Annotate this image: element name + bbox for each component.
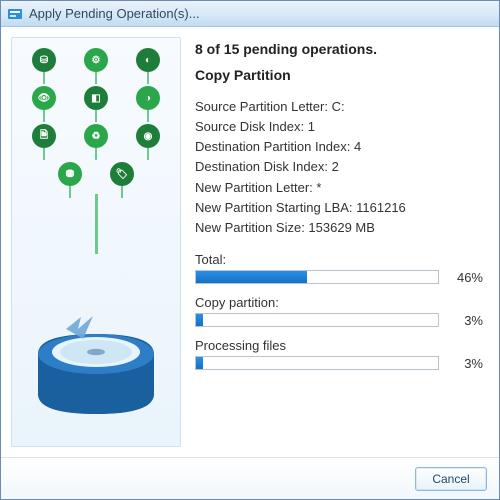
progress-copy-block: Copy partition: 3%	[195, 295, 483, 328]
dialog-footer: Cancel	[1, 457, 499, 499]
progress-copy-percent: 3%	[447, 313, 483, 328]
window-title: Apply Pending Operation(s)...	[29, 6, 200, 21]
apply-operations-dialog: Apply Pending Operation(s)... ⛁ ⚙ ◐ 👁 ◧ …	[0, 0, 500, 500]
tree-leaf-icon: ◑	[136, 86, 160, 110]
tree-leaf-icon: 👁	[32, 86, 56, 110]
app-icon	[7, 6, 23, 22]
tree-trunk-graphic	[95, 194, 98, 254]
progress-total-label: Total:	[195, 252, 483, 267]
tree-leaf-icon: 🏷	[110, 162, 134, 186]
progress-total-percent: 46%	[447, 270, 483, 285]
operation-details-pane: 8 of 15 pending operations. Copy Partiti…	[189, 37, 489, 447]
tree-leaf-icon: ◧	[84, 86, 108, 110]
progress-section: Total: 46% Copy partition: 3%	[195, 252, 483, 381]
detail-new-partition-size: New Partition Size: 153629 MB	[195, 218, 483, 238]
operation-counter: 8 of 15 pending operations.	[195, 41, 483, 57]
illustration-pane: ⛁ ⚙ ◐ 👁 ◧ ◑ 🗎 ♻ ◉ ⛃ 🏷	[11, 37, 181, 447]
tree-leaf-icon: ⛁	[32, 48, 56, 72]
titlebar: Apply Pending Operation(s)...	[1, 1, 499, 27]
dialog-content: ⛁ ⚙ ◐ 👁 ◧ ◑ 🗎 ♻ ◉ ⛃ 🏷	[1, 27, 499, 457]
tree-leaf-icon: ◐	[136, 48, 160, 72]
operation-name: Copy Partition	[195, 67, 483, 83]
tree-leaf-icon: 🗎	[32, 124, 56, 148]
progress-copy-bar	[195, 313, 439, 327]
detail-destination-partition-index: Destination Partition Index: 4	[195, 137, 483, 157]
progress-total-bar	[195, 270, 439, 284]
progress-processing-fill	[196, 357, 203, 369]
tree-leaf-icon: ⚙	[84, 48, 108, 72]
progress-copy-label: Copy partition:	[195, 295, 483, 310]
detail-new-partition-letter: New Partition Letter: *	[195, 178, 483, 198]
detail-source-disk-index: Source Disk Index: 1	[195, 117, 483, 137]
tree-leaf-icon: ◉	[136, 124, 160, 148]
detail-source-partition-letter: Source Partition Letter: C:	[195, 97, 483, 117]
progress-total-block: Total: 46%	[195, 252, 483, 285]
hard-drive-graphic	[31, 284, 161, 434]
progress-processing-bar	[195, 356, 439, 370]
cancel-button[interactable]: Cancel	[415, 467, 487, 491]
progress-processing-label: Processing files	[195, 338, 483, 353]
tree-leaf-icon: ⛃	[58, 162, 82, 186]
progress-copy-fill	[196, 314, 203, 326]
progress-processing-percent: 3%	[447, 356, 483, 371]
progress-total-fill	[196, 271, 307, 283]
tree-leaf-icon: ♻	[84, 124, 108, 148]
progress-processing-block: Processing files 3%	[195, 338, 483, 371]
data-tree-graphic: ⛁ ⚙ ◐ 👁 ◧ ◑ 🗎 ♻ ◉ ⛃ 🏷	[12, 48, 180, 254]
detail-new-partition-starting-lba: New Partition Starting LBA: 1161216	[195, 198, 483, 218]
detail-destination-disk-index: Destination Disk Index: 2	[195, 157, 483, 177]
